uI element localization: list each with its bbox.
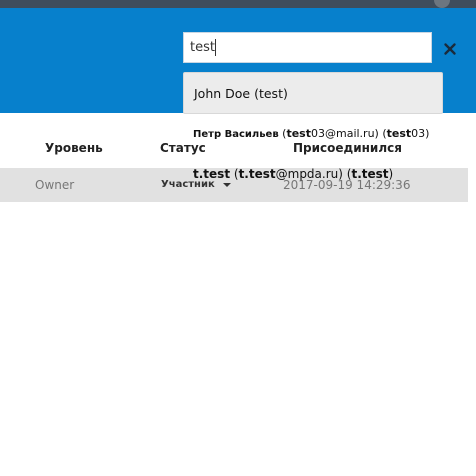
suggestion-name: Петр Васильев [193,129,279,140]
suggestion-match: test [286,127,311,140]
suggestion-text: 03@mail.ru [310,127,375,140]
column-header-level[interactable]: Уровень [45,141,103,155]
suggestion-text: ) ( [374,127,387,140]
suggestion-text: 03) [411,127,430,140]
suggestion-text: ) ( [338,167,352,181]
search-input[interactable] [183,32,432,63]
top-bar [0,0,476,8]
suggestion-match: t.test [351,167,389,181]
suggestion-item[interactable]: John Doe (test) [183,72,443,114]
clear-search-button[interactable] [441,40,459,58]
suggestion-text: ( [230,167,239,181]
suggestion-match: test [386,127,412,140]
close-icon [444,43,456,55]
suggestion-text: ) [388,167,394,181]
text-caret [215,39,216,56]
cell-level: Owner [35,178,75,192]
suggestion-match: t.test [238,167,276,181]
suggestion-item[interactable]: Петр Васильев (test03@mail.ru) (test03) [183,124,443,144]
suggestion-text: John Doe (test) [194,86,288,101]
autocomplete-dropdown: John Doe (test) Петр Васильев (test03@ma… [183,72,443,198]
suggestion-text: @mpda.ru [275,167,339,181]
suggestion-item[interactable]: t.test (t.test@mpda.ru) (t.test) [183,164,443,184]
suggestion-match: t.test [193,167,231,181]
